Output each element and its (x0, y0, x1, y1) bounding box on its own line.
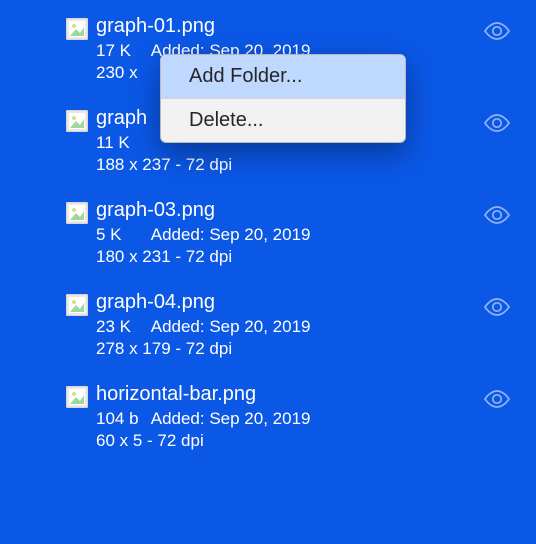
image-thumbnail-icon (66, 386, 88, 408)
file-dimensions: 278 x 179 - 72 dpi (96, 338, 310, 360)
file-dimensions: 60 x 5 - 72 dpi (96, 430, 310, 452)
list-item[interactable]: graph-04.png 23 K Added: Sep 20, 2019 27… (0, 284, 536, 376)
file-dimensions: 188 x 237 - 72 dpi (96, 154, 232, 176)
file-name: graph-01.png (96, 14, 310, 38)
list-item[interactable]: horizontal-bar.png 104 b Added: Sep 20, … (0, 376, 536, 468)
file-size: 17 K (96, 40, 146, 62)
image-thumbnail-icon (66, 294, 88, 316)
preview-eye-icon[interactable] (484, 298, 510, 316)
preview-eye-icon[interactable] (484, 22, 510, 40)
context-menu-add-folder[interactable]: Add Folder... (161, 55, 405, 98)
file-name: graph-03.png (96, 198, 310, 222)
file-meta-line1: 23 K Added: Sep 20, 2019 (96, 316, 310, 338)
file-size: 5 K (96, 224, 146, 246)
preview-eye-icon[interactable] (484, 206, 510, 224)
preview-eye-icon[interactable] (484, 114, 510, 132)
preview-eye-icon[interactable] (484, 390, 510, 408)
file-size: 23 K (96, 316, 146, 338)
file-dimensions: 180 x 231 - 72 dpi (96, 246, 310, 268)
file-meta-line1: 5 K Added: Sep 20, 2019 (96, 224, 310, 246)
image-thumbnail-icon (66, 18, 88, 40)
image-thumbnail-icon (66, 202, 88, 224)
file-size: 11 K (96, 132, 146, 154)
file-added-date: Added: Sep 20, 2019 (151, 316, 311, 338)
file-name: horizontal-bar.png (96, 382, 310, 406)
file-meta-line1: 104 b Added: Sep 20, 2019 (96, 408, 310, 430)
context-menu-delete[interactable]: Delete... (161, 99, 405, 142)
file-name: graph-04.png (96, 290, 310, 314)
list-item[interactable]: graph-03.png 5 K Added: Sep 20, 2019 180… (0, 192, 536, 284)
file-size: 104 b (96, 408, 146, 430)
file-added-date: Added: Sep 20, 2019 (151, 408, 311, 430)
context-menu: Add Folder... Delete... (160, 54, 406, 143)
image-thumbnail-icon (66, 110, 88, 132)
file-added-date: Added: Sep 20, 2019 (151, 224, 311, 246)
